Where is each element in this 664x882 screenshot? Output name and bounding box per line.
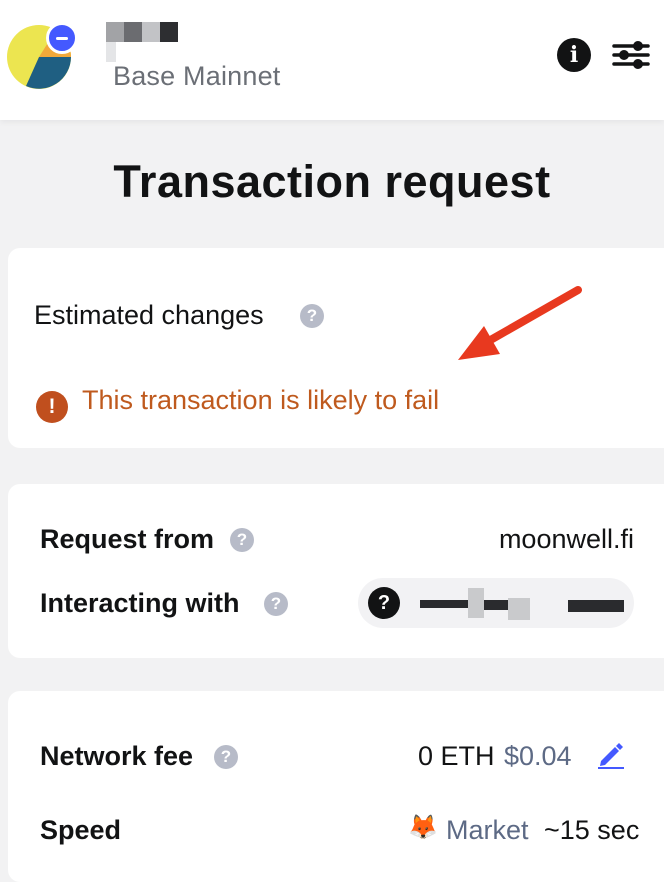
page-title: Transaction request bbox=[113, 156, 551, 207]
network-name[interactable]: Base Mainnet bbox=[113, 61, 281, 92]
network-fee-label: Network fee bbox=[40, 741, 194, 771]
help-icon[interactable]: ? bbox=[214, 745, 238, 769]
request-details-card: Request from ? moonwell.fi Interacting w… bbox=[8, 484, 664, 658]
warning-message: This transaction is likely to fail bbox=[82, 385, 440, 415]
warning-icon: ! bbox=[36, 391, 68, 423]
speed-value[interactable]: Market bbox=[446, 815, 529, 846]
account-name-redacted[interactable] bbox=[106, 22, 186, 62]
speed-label: Speed bbox=[40, 815, 122, 845]
contract-address-pill[interactable]: ? bbox=[358, 578, 634, 628]
header: Base Mainnet i bbox=[0, 0, 664, 120]
settings-sliders-icon[interactable] bbox=[612, 38, 650, 72]
speed-time: ~15 sec bbox=[544, 815, 640, 845]
help-icon[interactable]: ? bbox=[230, 528, 254, 552]
red-arrow-annotation bbox=[458, 286, 582, 360]
request-from-value[interactable]: moonwell.fi bbox=[499, 524, 634, 555]
interacting-with-label: Interacting with bbox=[40, 588, 240, 618]
help-icon[interactable]: ? bbox=[300, 304, 324, 328]
request-from-label: Request from bbox=[40, 524, 215, 554]
network-fee-eth: 0 ETH bbox=[418, 741, 495, 771]
redacted-address bbox=[508, 598, 530, 620]
network-badge-icon bbox=[46, 22, 78, 54]
estimated-changes-label: Estimated changes bbox=[34, 300, 264, 330]
fox-icon: 🦊 bbox=[408, 814, 438, 841]
redacted-address bbox=[468, 588, 484, 618]
redacted-address bbox=[568, 600, 624, 612]
edit-pencil-icon[interactable] bbox=[596, 739, 626, 769]
unknown-contract-icon: ? bbox=[368, 587, 400, 619]
help-icon[interactable]: ? bbox=[264, 592, 288, 616]
network-fee-usd: $0.04 bbox=[504, 741, 572, 771]
fees-card: Network fee ? 0 ETH $0.04 Speed 🦊 Market… bbox=[8, 691, 664, 882]
info-icon[interactable]: i bbox=[557, 38, 591, 72]
